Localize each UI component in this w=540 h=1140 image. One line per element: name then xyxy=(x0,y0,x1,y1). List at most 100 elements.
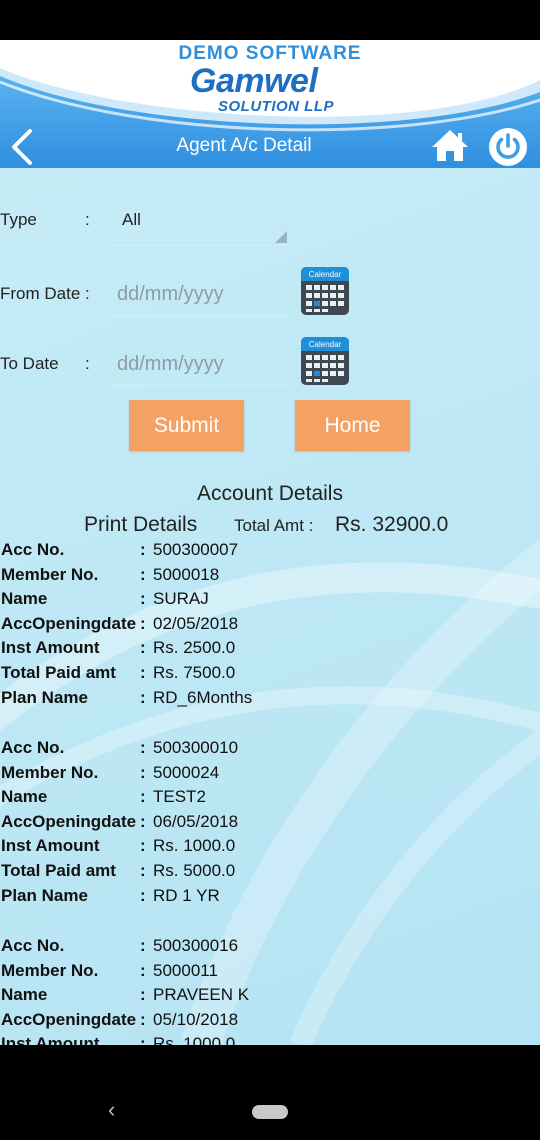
type-label: Type xyxy=(0,210,37,229)
system-nav-bar: ‹ xyxy=(0,1045,540,1140)
from-date-input[interactable] xyxy=(107,274,289,316)
record-value: SURAJ xyxy=(153,589,209,608)
record-label: Acc No. xyxy=(1,936,65,955)
record-value: Rs. 5000.0 xyxy=(153,861,236,880)
home-button[interactable]: Home xyxy=(295,400,410,451)
type-select[interactable]: All xyxy=(107,200,289,246)
brand-name: Gamwel xyxy=(190,62,318,100)
home-icon xyxy=(432,130,468,161)
record-label: AccOpeningdate xyxy=(1,614,137,633)
record-row-plan-name: Plan Name: RD_6Months xyxy=(0,688,540,712)
record-row-opening-date: AccOpeningdate:02/05/2018 xyxy=(0,614,540,638)
system-home-pill[interactable] xyxy=(252,1105,288,1119)
record-row-member-no: Member No.:5000011 xyxy=(0,961,540,985)
record-row-name: Name: TEST2 xyxy=(0,787,540,811)
calendar-icon-label: Calendar xyxy=(309,340,342,349)
header-home-button[interactable] xyxy=(430,127,470,165)
record-colon: : xyxy=(140,936,146,955)
record-colon: : xyxy=(140,1010,146,1029)
logout-button[interactable] xyxy=(488,127,528,167)
record-label: Name xyxy=(1,985,48,1004)
record-colon: : xyxy=(140,763,146,782)
power-icon xyxy=(489,128,527,166)
type-select-value: All xyxy=(122,210,141,229)
to-date-row: To Date : xyxy=(0,344,540,386)
record-value: Rs. 1000.0 xyxy=(153,1034,236,1045)
system-back-button[interactable]: ‹ xyxy=(108,1097,128,1122)
record-colon: : xyxy=(140,961,146,980)
record-row-opening-date: AccOpeningdate:06/05/2018 xyxy=(0,812,540,836)
record-label: Plan Name xyxy=(1,886,88,905)
record-label: Member No. xyxy=(1,565,99,584)
from-calendar-button[interactable]: Calendar xyxy=(300,266,350,316)
record-row-plan-name: Plan Name: RD 1 YR xyxy=(0,886,540,910)
total-amount-value: Rs. 32900.0 xyxy=(335,513,449,536)
page-title: Agent A/c Detail xyxy=(176,135,312,156)
dropdown-arrow-icon xyxy=(275,231,287,243)
record-value: Rs. 7500.0 xyxy=(153,663,236,682)
record-colon: : xyxy=(140,614,146,633)
record-label: Member No. xyxy=(1,763,99,782)
calendar-icon: Calendar xyxy=(301,267,349,315)
record-colon: : xyxy=(140,589,146,608)
status-bar xyxy=(0,0,540,40)
brand-logo: Gamwel SOLUTION LLP xyxy=(190,62,370,115)
record-value: RD 1 YR xyxy=(153,886,220,905)
content-area: Type : All From Date : Calendar To Date … xyxy=(0,168,540,1045)
record-value: 500300007 xyxy=(153,540,239,559)
record-row-acc-no: Acc No.:500300007 xyxy=(0,540,540,564)
record-colon: : xyxy=(140,738,146,757)
record-row-opening-date: AccOpeningdate:05/10/2018 xyxy=(0,1010,540,1034)
record-value: 5000011 xyxy=(153,961,218,980)
record-colon: : xyxy=(140,565,146,584)
record-value: 02/05/2018 xyxy=(153,614,239,633)
to-calendar-button[interactable]: Calendar xyxy=(300,336,350,386)
record-label: Inst Amount xyxy=(1,1034,100,1045)
record-value: RD_6Months xyxy=(153,688,253,707)
record-label: Total Paid amt xyxy=(1,663,116,682)
record-value: 06/05/2018 xyxy=(153,812,239,831)
record-row-inst-amount: Inst Amount: Rs. 1000.0 xyxy=(0,1034,540,1045)
record-colon: : xyxy=(140,1034,146,1045)
record-row-total-paid: Total Paid amt: Rs. 7500.0 xyxy=(0,663,540,687)
record-colon: : xyxy=(140,540,146,559)
record-colon: : xyxy=(140,688,146,707)
record-row-inst-amount: Inst Amount: Rs. 1000.0 xyxy=(0,836,540,860)
record-label: Inst Amount xyxy=(1,638,100,657)
record-row-inst-amount: Inst Amount: Rs. 2500.0 xyxy=(0,638,540,662)
record-label: AccOpeningdate xyxy=(1,812,137,831)
type-row: Type : All xyxy=(0,200,540,246)
record-row-member-no: Member No.:5000024 xyxy=(0,763,540,787)
navbar: Agent A/c Detail xyxy=(0,125,540,168)
print-details-link[interactable]: Print Details xyxy=(84,513,197,537)
record-colon: : xyxy=(140,836,146,855)
to-date-input[interactable] xyxy=(107,344,289,386)
record-label: Name xyxy=(1,589,48,608)
to-date-label: To Date xyxy=(0,354,59,373)
account-details-heading: Account Details xyxy=(197,482,343,505)
record-label: Member No. xyxy=(1,961,99,980)
record-colon: : xyxy=(140,812,146,831)
record-row-total-paid: Total Paid amt: Rs. 5000.0 xyxy=(0,861,540,885)
to-date-colon: : xyxy=(85,354,90,373)
record-value: Rs. 1000.0 xyxy=(153,836,236,855)
type-colon: : xyxy=(85,210,90,229)
record-label: Plan Name xyxy=(1,688,88,707)
record-label: Acc No. xyxy=(1,540,65,559)
record-row-name: Name: PRAVEEN K xyxy=(0,985,540,1009)
record-colon: : xyxy=(140,886,146,905)
record-row-acc-no: Acc No.:500300016 xyxy=(0,936,540,960)
record-row-acc-no: Acc No.:500300010 xyxy=(0,738,540,762)
record-row-name: Name: SURAJ xyxy=(0,589,540,613)
record-value: 500300016 xyxy=(153,936,239,955)
record-label: AccOpeningdate xyxy=(1,1010,137,1029)
submit-button[interactable]: Submit xyxy=(129,400,244,451)
record-value: 500300010 xyxy=(153,738,239,757)
brand-subtitle: SOLUTION LLP xyxy=(218,98,334,115)
record-value: PRAVEEN K xyxy=(153,985,250,1004)
record-colon: : xyxy=(140,861,146,880)
record-label: Total Paid amt xyxy=(1,861,116,880)
record-label: Name xyxy=(1,787,48,806)
total-amount-label: Total Amt : xyxy=(234,516,314,535)
record-label: Acc No. xyxy=(1,738,65,757)
